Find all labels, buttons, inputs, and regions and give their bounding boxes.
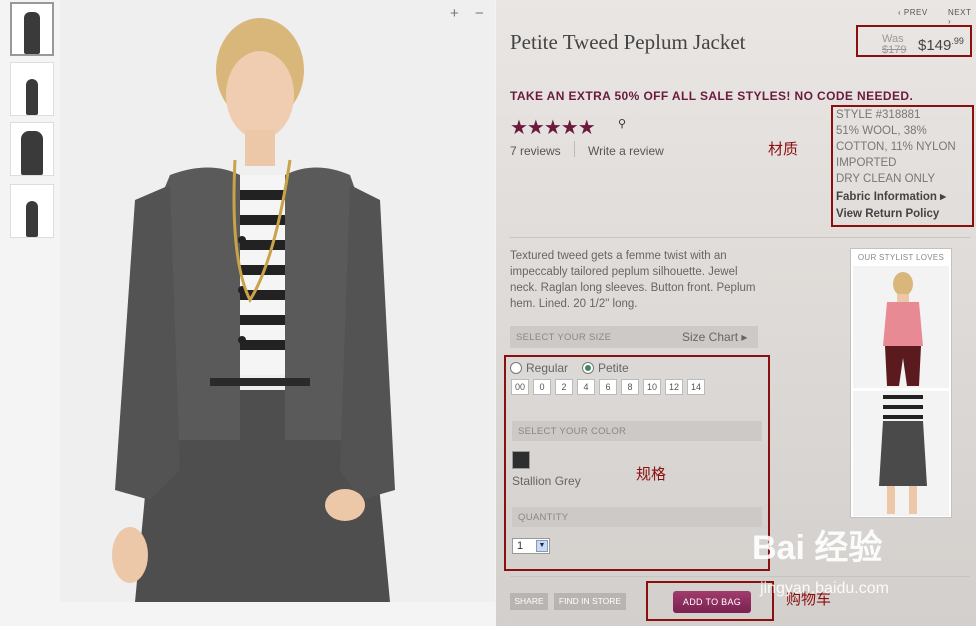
- size-option-12[interactable]: 12: [665, 379, 683, 395]
- size-option-14[interactable]: 14: [687, 379, 705, 395]
- fit-regular-radio[interactable]: [510, 362, 522, 374]
- color-name: Stallion Grey: [512, 474, 581, 488]
- sale-price-dollars: $149: [918, 37, 952, 54]
- annotation-spec: 规格: [636, 466, 667, 483]
- size-option-10[interactable]: 10: [643, 379, 661, 395]
- was-price: $179: [882, 44, 907, 56]
- quantity-header-label: QUANTITY: [518, 512, 569, 523]
- color-header-label: SELECT YOUR COLOR: [518, 426, 627, 437]
- thumbnail-jacket-side[interactable]: [10, 122, 54, 176]
- color-section-header: SELECT YOUR COLOR: [512, 421, 762, 441]
- main-product-photo[interactable]: [60, 0, 495, 602]
- add-to-bag-button[interactable]: ADD TO BAG: [673, 591, 751, 613]
- quantity-select[interactable]: 1 ▼: [512, 538, 550, 554]
- stylist-title: OUR STYLIST LOVES: [857, 253, 945, 262]
- prev-product-link[interactable]: ‹ PREV: [898, 8, 928, 17]
- star-rating[interactable]: ★★★★★: [510, 115, 596, 140]
- color-swatch-stallion-grey[interactable]: [512, 451, 530, 469]
- stylist-loves-panel: OUR STYLIST LOVES: [850, 248, 952, 518]
- style-number: STYLE #318881: [836, 109, 921, 121]
- quantity-value: 1: [517, 540, 524, 552]
- magnify-icon[interactable]: ⚲: [618, 117, 626, 130]
- sale-price-cents: .99: [951, 36, 964, 46]
- size-option-00[interactable]: 00: [511, 379, 529, 395]
- section-divider: [510, 237, 970, 238]
- size-header-label: SELECT YOUR SIZE: [516, 332, 612, 343]
- product-gallery: + −: [0, 0, 496, 626]
- write-review-link[interactable]: Write a review: [588, 144, 664, 158]
- reviews-divider: [574, 141, 575, 157]
- origin-line: IMPORTED: [836, 157, 897, 169]
- stylist-look-1-illustration: [883, 272, 923, 386]
- product-title: Petite Tweed Peplum Jacket: [510, 30, 746, 54]
- size-option-4[interactable]: 4: [577, 379, 595, 395]
- baidu-logo: Bai 经验: [752, 529, 883, 567]
- reviews-count-link[interactable]: 7 reviews: [510, 144, 561, 158]
- baidu-watermark: Bai 经验 jingyan.baidu.com: [752, 520, 972, 610]
- fit-petite-label: Petite: [598, 361, 629, 375]
- product-description: Textured tweed gets a femme twist with a…: [510, 250, 756, 310]
- chevron-down-icon[interactable]: ▼: [536, 540, 548, 552]
- stylist-look-2-illustration: [879, 391, 927, 514]
- thumbnail-outfit-full[interactable]: [10, 184, 54, 238]
- find-in-store-button[interactable]: FIND IN STORE: [554, 593, 626, 610]
- thumbnail-skirt-front[interactable]: [10, 62, 54, 116]
- fabric-information-link[interactable]: Fabric Information ▸: [836, 189, 946, 203]
- material-details-box: STYLE #318881 51% WOOL, 38% COTTON, 11% …: [831, 105, 974, 227]
- fit-regular-label: Regular: [526, 361, 569, 375]
- return-policy-link[interactable]: View Return Policy: [836, 208, 939, 220]
- size-section-header: SELECT YOUR SIZE Size Chart ▸: [510, 326, 758, 348]
- zoom-out-icon[interactable]: −: [475, 5, 484, 22]
- material-line-2: COTTON, 11% NYLON: [836, 141, 956, 153]
- specification-box: Regular Petite 00 0 2 4 6 8 10 12 14 SEL…: [504, 355, 770, 571]
- size-option-0[interactable]: 0: [533, 379, 551, 395]
- star-icons: ★★★★★: [510, 117, 596, 139]
- share-button[interactable]: SHARE: [510, 593, 548, 610]
- zoom-in-icon[interactable]: +: [450, 5, 459, 22]
- size-option-8[interactable]: 8: [621, 379, 639, 395]
- stylist-look-1[interactable]: [853, 266, 949, 388]
- size-chart-link[interactable]: Size Chart ▸: [682, 330, 747, 344]
- prev-label: PREV: [903, 8, 928, 17]
- care-line: DRY CLEAN ONLY: [836, 173, 936, 185]
- watermark-url: jingyan.baidu.com: [760, 580, 889, 597]
- annotation-material: 材质: [768, 141, 799, 158]
- size-option-2[interactable]: 2: [555, 379, 573, 395]
- model-illustration: [112, 18, 395, 602]
- fit-petite-radio[interactable]: [582, 362, 594, 374]
- quantity-section-header: QUANTITY: [512, 507, 762, 527]
- stylist-look-2[interactable]: [853, 391, 949, 516]
- next-product-link[interactable]: NEXT ›: [948, 8, 976, 26]
- next-label: NEXT: [948, 8, 972, 17]
- promo-banner: TAKE AN EXTRA 50% OFF ALL SALE STYLES! N…: [510, 89, 914, 103]
- thumbnail-strip: [6, 2, 58, 242]
- thumbnail-outfit-front[interactable]: [10, 2, 54, 56]
- sale-price: $149.99: [918, 36, 964, 54]
- material-line-1: 51% WOOL, 38%: [836, 125, 927, 137]
- size-option-6[interactable]: 6: [599, 379, 617, 395]
- price-box: Was $179 $149.99: [856, 25, 972, 57]
